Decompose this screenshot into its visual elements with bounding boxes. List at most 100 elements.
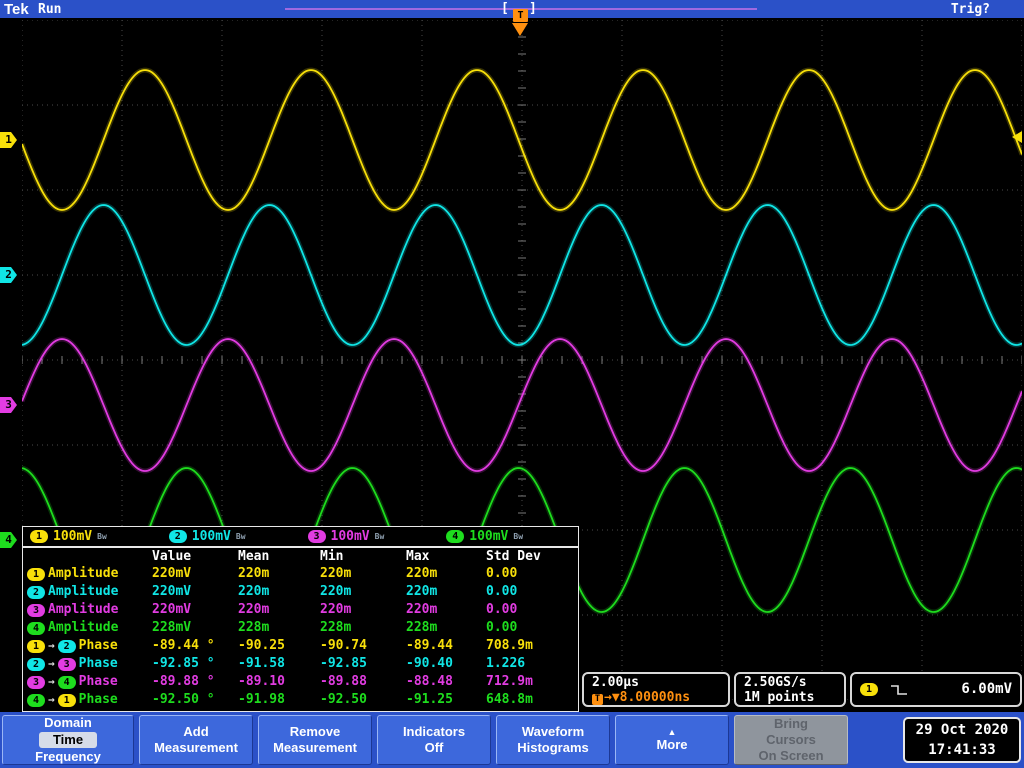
channel-4-readout[interactable]: 4 100mV Bw: [439, 529, 578, 544]
measurement-label: Phase: [78, 638, 118, 653]
measurement-value: 220m: [406, 584, 438, 599]
channel-badge: 4: [57, 675, 76, 689]
measurement-header-row: Value Mean Min Max Std Dev: [23, 548, 578, 565]
trigger-source-badge: 1: [860, 683, 878, 696]
domain-option-frequency[interactable]: Frequency: [35, 749, 101, 765]
menu-button-more[interactable]: ▲ More: [615, 715, 729, 765]
bandwidth-icon: Bw: [513, 532, 524, 541]
horizontal-scale: 2.00μs: [592, 675, 639, 690]
measurement-row: 3 → 4 Phase -89.88 ° -89.10 -89.88 -88.48 712.9m: [23, 673, 578, 691]
channel-badge: 3: [27, 675, 45, 689]
measurement-value: 648.8m: [486, 692, 533, 707]
horizontal-readout: 2.00μs T →▼8.00000ns: [582, 672, 730, 707]
trigger-level-arrow-icon: [1012, 131, 1022, 143]
measurement-header: Mean: [238, 549, 270, 564]
trigger-position-arrow-icon: [512, 23, 528, 36]
menu-button-label: Indicators: [402, 724, 466, 739]
measurement-row: 2 Amplitude 220mV 220m 220m 220m 0.00: [23, 583, 578, 601]
measurement-value: 228m: [238, 620, 270, 635]
menu-button-waveform-histograms[interactable]: Waveform Histograms: [496, 715, 610, 765]
measurement-row: 4 Amplitude 228mV 228m 228m 228m 0.00: [23, 619, 578, 637]
measurement-value: -92.85: [320, 656, 367, 671]
channel-4-position-marker[interactable]: 4: [0, 532, 17, 548]
waveform-ch1: [22, 69, 1022, 211]
arrow-icon: →: [48, 693, 55, 706]
channel-1-position-marker[interactable]: 1: [0, 132, 17, 148]
menu-button-label: On Screen: [758, 748, 824, 763]
menu-button-domain[interactable]: Domain Time Frequency: [2, 715, 134, 765]
menu-button-label: Histograms: [517, 740, 589, 755]
channel-badge: 3: [27, 603, 45, 617]
measurement-value: 220m: [238, 584, 270, 599]
measurement-value: 220mV: [152, 584, 192, 599]
measurement-label: Phase: [78, 674, 118, 689]
channel-badge: 2: [168, 530, 187, 543]
channel-3-readout[interactable]: 3 100mV Bw: [301, 529, 440, 544]
menu-button-label: Remove: [289, 724, 341, 739]
measurement-label: Amplitude: [48, 584, 119, 599]
measurement-row: 1 Amplitude 220mV 220m 220m 220m 0.00: [23, 565, 578, 583]
channel-3-position-marker[interactable]: 3: [0, 397, 17, 413]
channel-badge: 1: [27, 639, 45, 653]
menu-button-label: Cursors: [766, 732, 816, 747]
measurement-value: 220m: [406, 566, 438, 581]
measurement-header: Value: [152, 549, 192, 564]
up-arrow-icon: ▲: [667, 727, 677, 737]
measurement-value: -89.88: [320, 674, 367, 689]
measurement-value: 220m: [406, 602, 438, 617]
channel-scale: 100mV: [53, 529, 93, 544]
channel-scale: 100mV: [469, 529, 509, 544]
channel-badge: 1: [57, 693, 76, 707]
menu-button-bring-cursors-on-screen[interactable]: Bring Cursors On Screen: [734, 715, 848, 765]
delay-arrow-icon: →▼: [604, 690, 620, 705]
menu-button-remove-measurement[interactable]: Remove Measurement: [258, 715, 372, 765]
waveform-ch2: [22, 204, 1022, 346]
channel-scale: 100mV: [330, 529, 370, 544]
channel-badge: 2: [27, 585, 45, 599]
measurement-value: -91.25: [406, 692, 453, 707]
domain-option-time[interactable]: Time: [38, 732, 98, 748]
measurement-label: Phase: [78, 692, 118, 707]
channel-badge: 1: [27, 567, 45, 581]
menu-button-label: Bring: [774, 716, 808, 731]
measurement-value: 0.00: [486, 602, 518, 617]
channel-badge: 4: [446, 530, 465, 543]
delay-value: 8.00000ns: [619, 690, 691, 705]
trigger-level: 6.00mV: [961, 681, 1012, 697]
run-status: Run: [38, 2, 62, 17]
time-text: 17:41:33: [928, 742, 996, 758]
measurement-value: 220m: [320, 566, 352, 581]
channel-2-readout[interactable]: 2 100mV Bw: [162, 529, 301, 544]
measurement-header: Std Dev: [486, 549, 541, 564]
arrow-icon: →: [48, 675, 55, 688]
measurement-value: 220m: [238, 602, 270, 617]
date-text: 29 Oct 2020: [915, 722, 1009, 738]
measurement-value: 0.00: [486, 584, 518, 599]
channel-1-readout[interactable]: 1 100mV Bw: [23, 529, 162, 544]
domain-title: Domain: [44, 715, 92, 730]
acquisition-readout: 2.50GS/s 1M points: [734, 672, 846, 707]
measurement-value: -92.50 °: [152, 692, 215, 707]
measurement-label: Amplitude: [48, 620, 119, 635]
sample-rate: 2.50GS/s: [744, 675, 807, 690]
delay-readout: T →▼8.00000ns: [592, 690, 720, 705]
trigger-readout: 1 6.00mV: [850, 672, 1022, 707]
menu-button-label: Measurement: [273, 740, 357, 755]
measurement-value: 0.00: [486, 620, 518, 635]
menu-button-label: Waveform: [521, 724, 585, 739]
measurement-table: Value Mean Min Max Std Dev 1 Amplitude 220mV 220…: [22, 547, 579, 712]
menu-button-label: More: [656, 737, 688, 752]
channel-badge: 4: [27, 621, 45, 635]
measurement-value: -88.48: [406, 674, 453, 689]
measurement-value: 220mV: [152, 566, 192, 581]
menu-button-indicators-off[interactable]: Indicators Off: [377, 715, 491, 765]
measurement-value: -91.98: [238, 692, 285, 707]
trigger-position-marker[interactable]: T: [513, 9, 528, 22]
measurement-value: -92.50: [320, 692, 367, 707]
measurement-value: 228m: [406, 620, 438, 635]
falling-edge-icon: [891, 684, 907, 695]
tek-logo: Tek: [4, 1, 29, 18]
measurement-value: 1.226: [486, 656, 526, 671]
channel-2-position-marker[interactable]: 2: [0, 267, 17, 283]
menu-button-add-measurement[interactable]: Add Measurement: [139, 715, 253, 765]
